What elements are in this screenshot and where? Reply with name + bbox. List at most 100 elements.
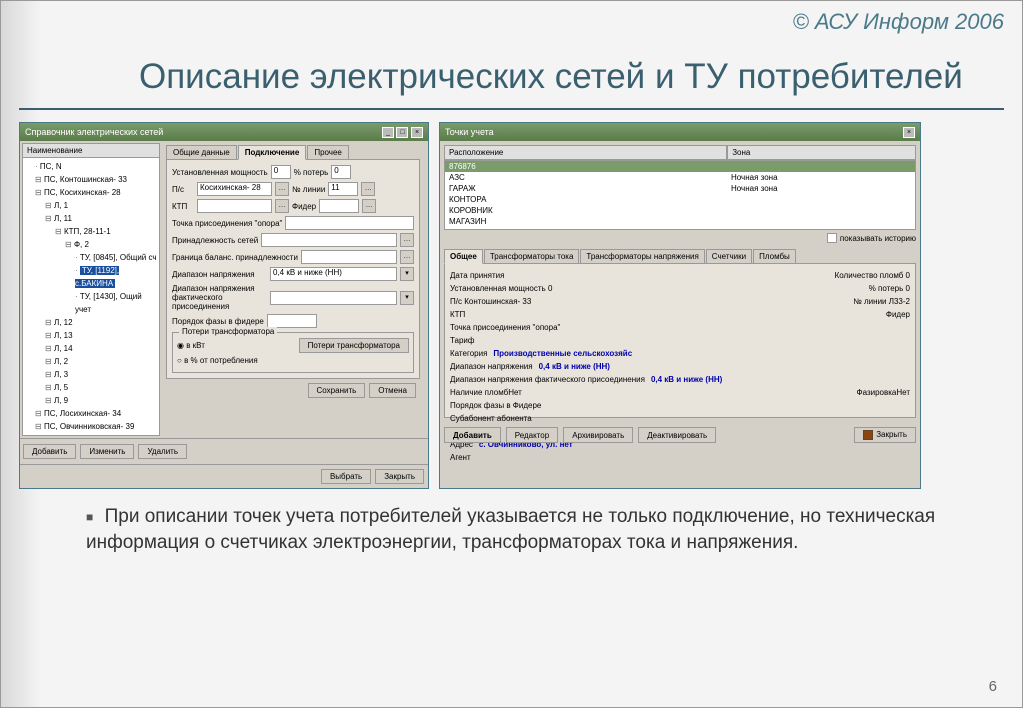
delete-button[interactable]: Удалить <box>138 444 187 459</box>
grid-body[interactable]: 876876 АЗСНочная зона ГАРАЖНочная зона К… <box>444 160 916 230</box>
ps-lookup-button[interactable]: … <box>275 182 289 196</box>
ktp-input[interactable] <box>197 199 272 213</box>
loss-label: % потерь <box>294 168 329 177</box>
editor-button[interactable]: Редактор <box>506 427 558 443</box>
close-icon[interactable]: × <box>411 127 423 138</box>
minimize-icon[interactable]: _ <box>382 127 394 138</box>
tree-item[interactable]: Л, 2 <box>45 355 157 368</box>
tree-item[interactable]: Л, 5 <box>45 381 157 394</box>
select-button[interactable]: Выбрать <box>321 469 371 484</box>
owner-input[interactable] <box>261 233 397 247</box>
tree-item[interactable]: Л, 3 <box>45 368 157 381</box>
info-label: Агент <box>450 451 471 464</box>
ktp-label: КТП <box>172 202 194 211</box>
info-label: Диапазон напряжения <box>450 360 533 373</box>
archive-button[interactable]: Архивировать <box>563 427 633 443</box>
line-input[interactable]: 11 <box>328 182 358 196</box>
grid-row[interactable]: ГАРАЖНочная зона <box>445 183 915 194</box>
add-button[interactable]: Добавить <box>23 444 76 459</box>
tab-meters[interactable]: Счетчики <box>706 249 752 264</box>
col-location[interactable]: Расположение <box>444 145 727 160</box>
maximize-icon[interactable]: □ <box>396 127 408 138</box>
tree-item[interactable]: Л, 14 <box>45 342 157 355</box>
left-title: Справочник электрических сетей <box>25 127 163 137</box>
tab-general[interactable]: Общие данные <box>166 145 237 160</box>
feeder-input[interactable] <box>319 199 359 213</box>
tree-item[interactable]: ПС, Контошинская- 33 <box>35 173 157 186</box>
grid-row[interactable]: КОНТОРА <box>445 194 915 205</box>
grid-row[interactable]: КОРОВНИК <box>445 205 915 216</box>
tab-general[interactable]: Общее <box>444 249 483 264</box>
grid-row[interactable]: МАГАЗИН <box>445 216 915 227</box>
show-history-checkbox[interactable] <box>827 233 837 243</box>
tree-item[interactable]: ПС, Овчинниковская- 39 <box>35 420 157 433</box>
tab-other[interactable]: Прочее <box>307 145 349 160</box>
line-lookup-button[interactable]: … <box>361 182 375 196</box>
transformer-loss-button[interactable]: Потери трансформатора <box>299 338 409 353</box>
tab-seals[interactable]: Пломбы <box>753 249 796 264</box>
watermark: © АСУ Информ 2006 <box>793 9 1004 35</box>
tree-item[interactable]: ТУ, [1430], Ощий учет <box>75 290 157 316</box>
radio-percent[interactable]: ○ в % от потребления <box>177 356 258 365</box>
power-input[interactable]: 0 <box>271 165 291 179</box>
deactivate-button[interactable]: Деактивировать <box>638 427 716 443</box>
tab-current-transformers[interactable]: Трансформаторы тока <box>484 249 580 264</box>
edit-button[interactable]: Изменить <box>80 444 134 459</box>
left-titlebar[interactable]: Справочник электрических сетей _ □ × <box>20 123 428 141</box>
balance-lookup-button[interactable]: … <box>400 250 414 264</box>
balance-label: Граница баланс. принадлежности <box>172 253 298 262</box>
ktp-lookup-button[interactable]: … <box>275 199 289 213</box>
tree-item-selected[interactable]: ТУ, [1192], с.БАКИНА <box>75 264 157 290</box>
actual-range-label: Диапазон напряжения фактического присоед… <box>172 284 267 311</box>
chevron-down-icon[interactable]: ▾ <box>400 267 414 281</box>
point-input[interactable] <box>285 216 414 230</box>
tree-item[interactable]: Л, 12 <box>45 316 157 329</box>
tree-item[interactable]: КТП, 28-11-1 Ф, 2 ТУ, [0845], Общий сч Т… <box>55 225 157 316</box>
close-icon[interactable]: × <box>903 127 915 138</box>
info-label: № линии <box>853 297 886 306</box>
tab-voltage-transformers[interactable]: Трансформаторы напряжения <box>580 249 704 264</box>
right-title: Точки учета <box>445 127 494 137</box>
right-titlebar[interactable]: Точки учета × <box>440 123 920 141</box>
tree-item[interactable]: Л, 11 КТП, 28-11-1 Ф, 2 ТУ, [0845], Общи… <box>45 212 157 316</box>
tree-panel: Наименование ПС, N ПС, Контошинская- 33 … <box>22 143 160 436</box>
cancel-button[interactable]: Отмена <box>369 383 416 398</box>
tree-item[interactable]: Ф, 2 ТУ, [0845], Общий сч ТУ, [1192], с.… <box>65 238 157 316</box>
grid-row-selected[interactable]: 876876 <box>445 161 915 172</box>
tab-connection[interactable]: Подключение <box>238 145 307 160</box>
feeder-lookup-button[interactable]: … <box>362 199 376 213</box>
tree-item[interactable]: ПС, N <box>35 160 157 173</box>
close-button[interactable]: Закрыть <box>375 469 424 484</box>
add-button[interactable]: Добавить <box>444 427 501 443</box>
phase-input[interactable] <box>267 314 317 328</box>
tree-item[interactable]: Л, 13 <box>45 329 157 342</box>
ps-input[interactable]: Косихинская- 28 <box>197 182 272 196</box>
range-select[interactable]: 0,4 кВ и ниже (НН) <box>270 267 397 281</box>
show-history-label: показывать историю <box>840 234 916 243</box>
info-label: Субабонент абонента <box>450 412 532 425</box>
col-zone[interactable]: Зона <box>727 145 916 160</box>
close-button[interactable]: Закрыть <box>854 427 916 443</box>
info-label: Фидер <box>886 310 910 319</box>
tree-item[interactable]: ТУ, [0845], Общий сч <box>75 251 157 264</box>
radio-kwt[interactable]: ◉ в кВт <box>177 341 205 350</box>
balance-input[interactable] <box>301 250 397 264</box>
info-panel: Дата принятия Количество пломб 0 Установ… <box>444 263 916 418</box>
save-button[interactable]: Сохранить <box>308 383 366 398</box>
tree-item[interactable]: Л, 1 <box>45 199 157 212</box>
windows-container: Справочник электрических сетей _ □ × Наи… <box>1 122 1022 489</box>
tree-item[interactable]: Л, 9 <box>45 394 157 407</box>
info-label: Диапазон напряжения фактического присоед… <box>450 373 645 386</box>
owner-lookup-button[interactable]: … <box>400 233 414 247</box>
chevron-down-icon[interactable]: ▾ <box>400 291 414 305</box>
tree-item[interactable]: ПС, Косихинская- 28 Л, 1 Л, 11 КТП, 28-1… <box>35 186 157 407</box>
info-value: Контошинская- 33 <box>464 297 531 306</box>
info-value: 0 <box>906 284 910 293</box>
tree-item[interactable]: ПС, Лосихинская- 34 <box>35 407 157 420</box>
grid-header: Расположение Зона <box>444 145 916 160</box>
loss-input[interactable]: 0 <box>331 165 351 179</box>
actual-range-select[interactable] <box>270 291 397 305</box>
network-tree[interactable]: ПС, N ПС, Контошинская- 33 ПС, Косихинск… <box>23 158 159 435</box>
info-label: Категория <box>450 347 487 360</box>
grid-row[interactable]: АЗСНочная зона <box>445 172 915 183</box>
